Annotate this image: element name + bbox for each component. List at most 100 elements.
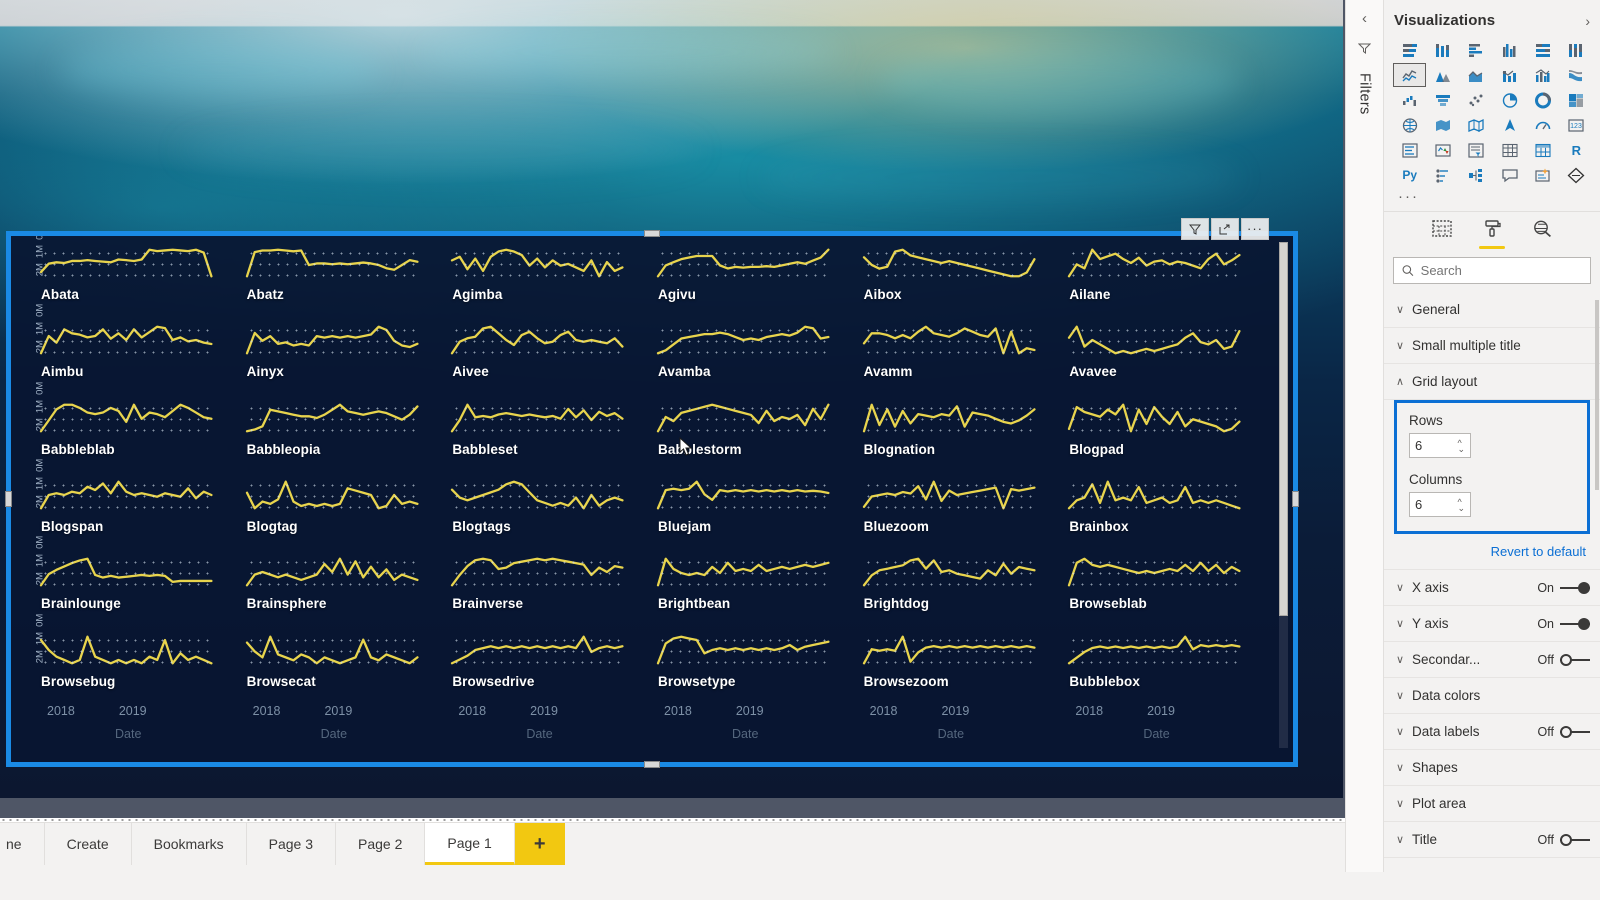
visualizations-pane[interactable]: Visualizations › 123 R Py ··· Search ∨ G… bbox=[1383, 0, 1600, 872]
small-multiple-panel[interactable]: Brightdog bbox=[860, 551, 1066, 628]
page-tab-page-3[interactable]: Page 3 bbox=[246, 823, 337, 865]
q-and-a-icon[interactable] bbox=[1494, 164, 1525, 186]
sparkline-plot[interactable] bbox=[452, 323, 622, 358]
small-multiple-panel[interactable]: Blogtag bbox=[243, 474, 449, 551]
small-multiple-panel[interactable]: Bluezoom bbox=[860, 474, 1066, 551]
filters-pane-collapsed[interactable]: ‹ Filters bbox=[1345, 0, 1383, 872]
toggle-group[interactable]: Off bbox=[1538, 725, 1590, 739]
sparkline-plot[interactable] bbox=[41, 478, 211, 512]
columns-stepper-arrows[interactable]: ^ ⌄ bbox=[1457, 497, 1465, 512]
revert-to-default-link[interactable]: Revert to default bbox=[1491, 544, 1586, 559]
format-section-small-multiple-title[interactable]: ∨ Small multiple title bbox=[1384, 328, 1600, 364]
rows-stepper[interactable]: 6 ^ ⌄ bbox=[1409, 433, 1471, 458]
rows-stepper-arrows[interactable]: ^ ⌄ bbox=[1457, 438, 1465, 453]
treemap-icon[interactable] bbox=[1561, 89, 1592, 111]
resize-handle-bottom[interactable] bbox=[644, 761, 660, 768]
sparkline-plot[interactable] bbox=[1069, 400, 1239, 435]
format-sections-list[interactable]: ∨ General ∨ Small multiple title ∧ Grid layou… bbox=[1384, 292, 1600, 858]
chevron-down-icon[interactable]: ∨ bbox=[1396, 833, 1412, 846]
sparkline-plot[interactable] bbox=[864, 400, 1034, 435]
sparkline-plot[interactable] bbox=[247, 555, 417, 590]
resize-handle-left[interactable] bbox=[5, 491, 12, 507]
page-tab-page-1[interactable]: Page 1 bbox=[425, 823, 515, 865]
sparkline-plot[interactable] bbox=[1069, 246, 1239, 280]
sparkline-plot[interactable] bbox=[658, 555, 828, 590]
chevron-down-icon[interactable]: ⌄ bbox=[1457, 503, 1465, 512]
stacked-column-chart-icon[interactable] bbox=[1427, 39, 1458, 61]
sparkline-plot[interactable] bbox=[658, 478, 828, 512]
sparkline-plot[interactable] bbox=[41, 632, 211, 667]
small-multiple-panel[interactable]: Brainbox bbox=[1065, 474, 1271, 551]
stacked-area-chart-icon[interactable] bbox=[1461, 64, 1492, 86]
small-multiple-panel[interactable]: Browseblab bbox=[1065, 551, 1271, 628]
chevron-down-icon[interactable]: ∨ bbox=[1396, 339, 1412, 352]
toggle-switch[interactable] bbox=[1560, 617, 1590, 630]
small-multiple-panel[interactable]: Aivee bbox=[448, 319, 654, 396]
columns-stepper[interactable]: 6 ^ ⌄ bbox=[1409, 492, 1471, 517]
stacked-bar-chart-icon[interactable] bbox=[1394, 39, 1425, 61]
sparkline-plot[interactable] bbox=[452, 400, 622, 435]
funnel-chart-icon[interactable] bbox=[1427, 89, 1458, 111]
sparkline-plot[interactable] bbox=[247, 323, 417, 358]
visual-header-toolbar[interactable]: ··· bbox=[1181, 218, 1269, 240]
scrollbar-thumb[interactable] bbox=[1279, 242, 1288, 617]
small-multiple-panel[interactable]: Browsetype bbox=[654, 629, 860, 706]
shape-map-icon[interactable] bbox=[1461, 114, 1492, 136]
small-multiple-panel[interactable]: Brainlounge bbox=[37, 551, 243, 628]
small-multiple-panel[interactable]: Agimba bbox=[448, 242, 654, 319]
smart-narrative-icon[interactable] bbox=[1527, 164, 1558, 186]
toggle-group[interactable]: On bbox=[1537, 617, 1590, 631]
small-multiples-line-chart-visual[interactable]: ··· 2M1M0M2M1M0M2M1M0M2M1M0M2M1M0M2M1M0M… bbox=[5, 218, 1299, 768]
sparkline-plot[interactable] bbox=[658, 632, 828, 667]
sparkline-plot[interactable] bbox=[452, 246, 622, 280]
small-multiple-panel[interactable]: Babbleset bbox=[448, 397, 654, 474]
filter-icon[interactable] bbox=[1181, 218, 1209, 240]
toggle-switch[interactable] bbox=[1560, 653, 1590, 666]
small-multiple-panel[interactable]: Ailane bbox=[1065, 242, 1271, 319]
small-multiple-panel[interactable]: Avamm bbox=[860, 319, 1066, 396]
pie-chart-icon[interactable] bbox=[1494, 89, 1525, 111]
toggle-group[interactable]: On bbox=[1537, 581, 1590, 595]
small-multiple-panel[interactable]: Babblestorm bbox=[654, 397, 860, 474]
sparkline-plot[interactable] bbox=[658, 400, 828, 435]
chevron-down-icon[interactable]: ∨ bbox=[1396, 689, 1412, 702]
chevron-down-icon[interactable]: ∨ bbox=[1396, 797, 1412, 810]
format-section-data-labels[interactable]: ∨ Data labels Off bbox=[1384, 714, 1600, 750]
r-script-visual-icon[interactable]: R bbox=[1561, 139, 1592, 161]
format-section-general[interactable]: ∨ General bbox=[1384, 292, 1600, 328]
chevron-up-icon[interactable]: ∧ bbox=[1396, 375, 1412, 388]
area-chart-icon[interactable] bbox=[1427, 64, 1458, 86]
small-multiple-panel[interactable]: Brightbean bbox=[654, 551, 860, 628]
sparkline-plot[interactable] bbox=[452, 478, 622, 512]
small-multiple-panel[interactable]: Aimbu bbox=[37, 319, 243, 396]
pane-vertical-scrollbar[interactable] bbox=[1595, 300, 1599, 490]
map-icon[interactable] bbox=[1394, 114, 1425, 136]
format-section-x-axis[interactable]: ∨ X axis On bbox=[1384, 570, 1600, 606]
page-tab-bar[interactable]: ne Create Bookmarks Page 3 Page 2 Page 1 + bbox=[0, 822, 1345, 900]
resize-handle-top[interactable] bbox=[644, 230, 660, 237]
sparkline-plot[interactable] bbox=[864, 555, 1034, 590]
page-tab-create[interactable]: Create bbox=[44, 823, 132, 865]
page-tabs[interactable]: ne Create Bookmarks Page 3 Page 2 Page 1 + bbox=[0, 823, 1345, 865]
search-box[interactable] bbox=[1393, 257, 1591, 284]
sparkline-plot[interactable] bbox=[864, 632, 1034, 667]
sparkline-plot[interactable] bbox=[41, 246, 211, 280]
multi-row-card-icon[interactable] bbox=[1394, 139, 1425, 161]
sparkline-plot[interactable] bbox=[452, 632, 622, 667]
table-icon[interactable] bbox=[1494, 139, 1525, 161]
sparkline-plot[interactable] bbox=[658, 323, 828, 358]
kpi-icon[interactable] bbox=[1427, 139, 1458, 161]
format-section-title[interactable]: ∨ Title Off bbox=[1384, 822, 1600, 858]
small-multiple-panel[interactable]: Babbleopia bbox=[243, 397, 449, 474]
chevron-down-icon[interactable]: ∨ bbox=[1396, 761, 1412, 774]
sparkline-plot[interactable] bbox=[864, 478, 1034, 512]
sparkline-plot[interactable] bbox=[41, 323, 211, 358]
focus-mode-icon[interactable] bbox=[1211, 218, 1239, 240]
card-icon[interactable]: 123 bbox=[1561, 114, 1592, 136]
waterfall-chart-icon[interactable] bbox=[1394, 89, 1425, 111]
small-multiple-panel[interactable]: Brainverse bbox=[448, 551, 654, 628]
sparkline-plot[interactable] bbox=[247, 400, 417, 435]
sparkline-plot[interactable] bbox=[864, 323, 1034, 358]
clustered-bar-chart-icon[interactable] bbox=[1461, 39, 1492, 61]
small-multiple-panel[interactable]: Brainsphere bbox=[243, 551, 449, 628]
